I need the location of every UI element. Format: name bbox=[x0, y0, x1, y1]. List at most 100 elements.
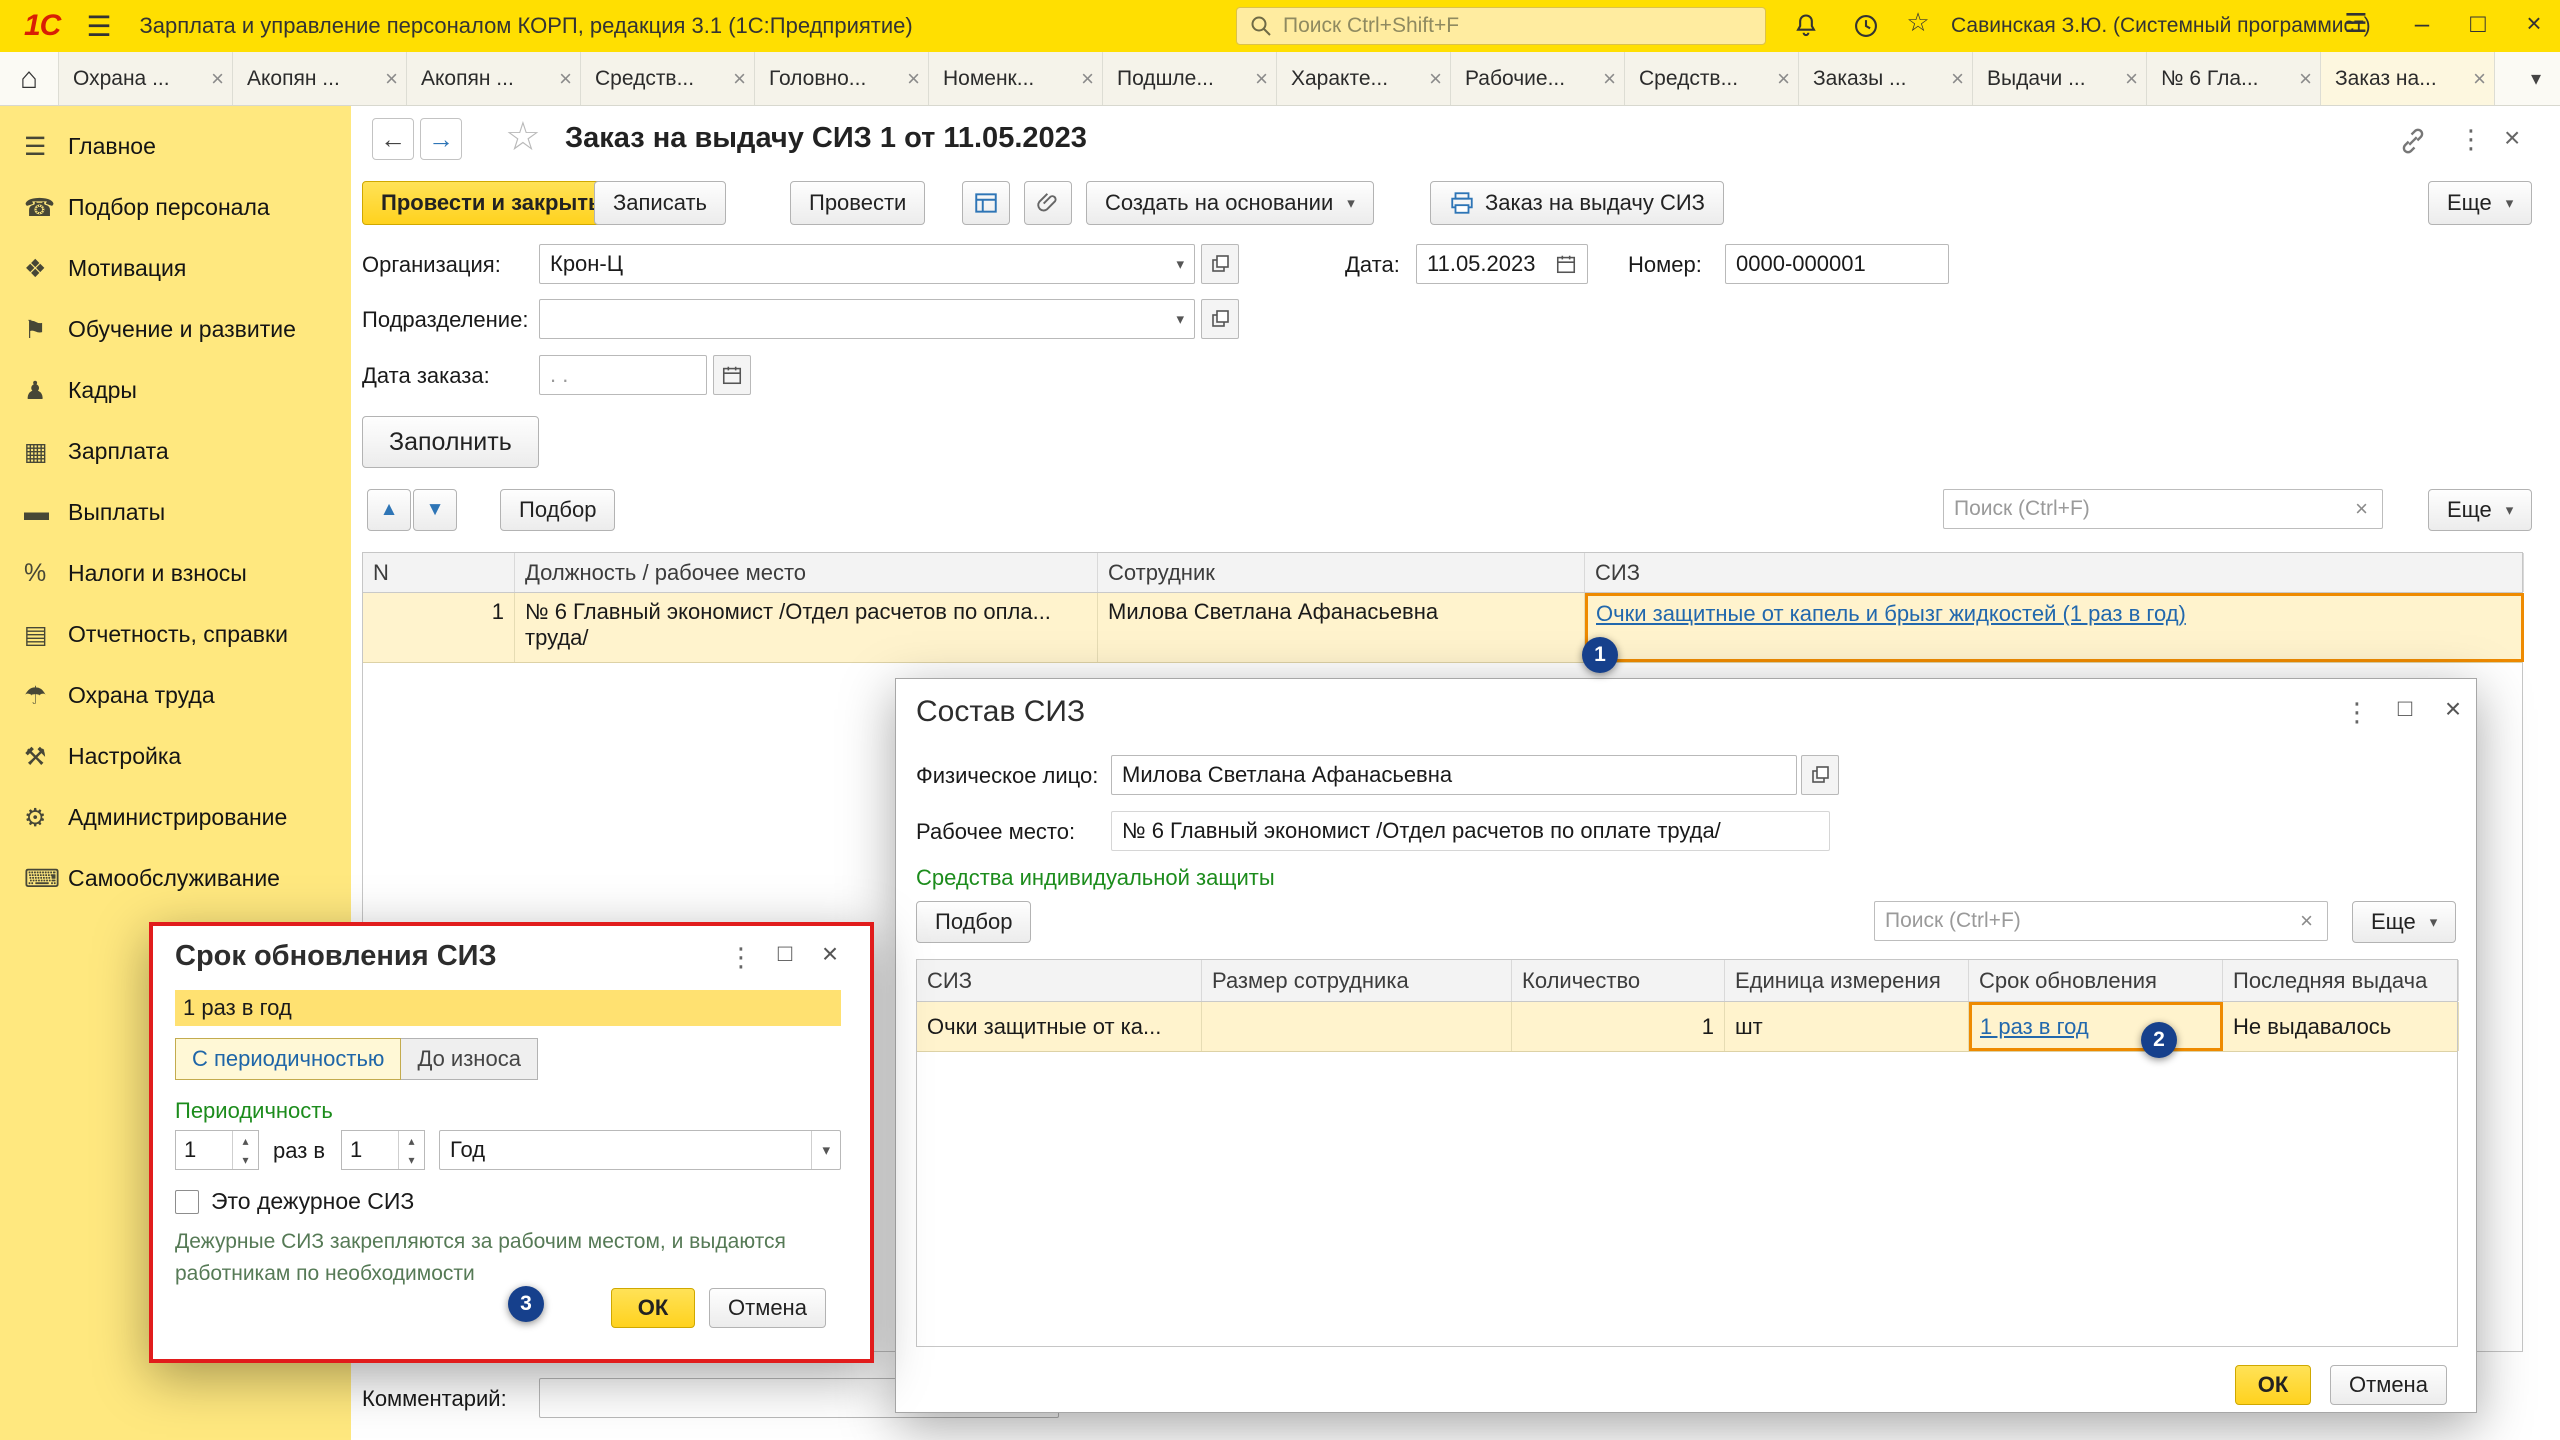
back-button[interactable]: ← bbox=[372, 118, 414, 160]
column-header-employee[interactable]: Сотрудник bbox=[1098, 553, 1585, 592]
service-menu-icon[interactable]: ☰ bbox=[2338, 8, 2374, 39]
tab-rabochie[interactable]: Рабочие...× bbox=[1451, 52, 1625, 105]
chevron-down-icon[interactable]: ▾ bbox=[1176, 255, 1184, 273]
department-open-button[interactable] bbox=[1201, 299, 1239, 339]
tab-list-dropdown-icon[interactable]: ▾ bbox=[2512, 52, 2560, 105]
siz-cancel-button[interactable]: Отмена bbox=[2330, 1365, 2447, 1405]
tab-close-icon[interactable]: × bbox=[1429, 66, 1442, 92]
cell-renewal[interactable]: 1 раз в год bbox=[1969, 1002, 2223, 1051]
favorites-star-icon[interactable]: ☆ bbox=[1900, 7, 1936, 38]
move-down-button[interactable]: ▼ bbox=[413, 489, 457, 531]
column-header-siz[interactable]: СИЗ bbox=[917, 960, 1202, 1001]
column-header-unit[interactable]: Единица измерения bbox=[1725, 960, 1969, 1001]
chevron-down-icon[interactable]: ▾ bbox=[1176, 310, 1184, 328]
siz-ok-button[interactable]: ОК bbox=[2235, 1365, 2311, 1405]
tab-podshlem[interactable]: Подшле...× bbox=[1103, 52, 1277, 105]
save-button[interactable]: Записать bbox=[594, 181, 726, 225]
spin-down-icon[interactable]: ▾ bbox=[233, 1150, 258, 1169]
tab-close-icon[interactable]: × bbox=[2125, 66, 2138, 92]
order-date-field[interactable]: . . bbox=[539, 355, 707, 395]
sidebar-item-settings[interactable]: ⚒Настройка bbox=[0, 726, 351, 787]
tab-close-icon[interactable]: × bbox=[907, 66, 920, 92]
more-button[interactable]: Еще▾ bbox=[2428, 181, 2532, 225]
tab-close-icon[interactable]: × bbox=[1081, 66, 1094, 92]
tab-close-icon[interactable]: × bbox=[1951, 66, 1964, 92]
favorite-star-icon[interactable]: ☆ bbox=[505, 114, 541, 160]
tab-zakaz-na-vydachu[interactable]: Заказ на...× bbox=[2321, 52, 2495, 105]
organization-field[interactable]: Крон-Ц ▾ bbox=[539, 244, 1195, 284]
tab-close-icon[interactable]: × bbox=[559, 66, 572, 92]
organization-open-button[interactable] bbox=[1201, 244, 1239, 284]
siz-pick-button[interactable]: Подбор bbox=[916, 901, 1031, 943]
maximize-window-icon[interactable]: □ bbox=[2460, 8, 2496, 39]
chevron-down-icon[interactable]: ▾ bbox=[811, 1131, 830, 1169]
document-register-button[interactable] bbox=[962, 181, 1010, 225]
tab-close-icon[interactable]: × bbox=[1603, 66, 1616, 92]
tab-close-icon[interactable]: × bbox=[733, 66, 746, 92]
siz-search-input[interactable]: Поиск (Ctrl+F) × bbox=[1874, 901, 2328, 941]
number-field[interactable]: 0000-000001 bbox=[1725, 244, 1949, 284]
unit-select[interactable]: Год ▾ bbox=[439, 1130, 841, 1170]
tab-sredstva-2[interactable]: Средств...× bbox=[1625, 52, 1799, 105]
siz-more-button[interactable]: Еще▾ bbox=[2352, 901, 2456, 943]
sidebar-item-taxes[interactable]: %Налоги и взносы bbox=[0, 543, 351, 604]
column-header-qty[interactable]: Количество bbox=[1512, 960, 1725, 1001]
current-user[interactable]: Савинская З.Ю. (Системный программист) bbox=[1951, 14, 2371, 38]
column-header-size[interactable]: Размер сотрудника bbox=[1202, 960, 1512, 1001]
table-search-input[interactable]: Поиск (Ctrl+F) × bbox=[1943, 489, 2383, 529]
tab-n6-glavnyy[interactable]: № 6 Гла...× bbox=[2147, 52, 2321, 105]
person-field[interactable]: Милова Светлана Афанасьевна bbox=[1111, 755, 1797, 795]
tab-harakteristiki[interactable]: Характе...× bbox=[1277, 52, 1451, 105]
period-ok-button[interactable]: ОК bbox=[611, 1288, 695, 1328]
siz-section-link[interactable]: Средства индивидуальной защиты bbox=[916, 865, 1275, 891]
form-close-icon[interactable]: × bbox=[2504, 122, 2520, 154]
tab-close-icon[interactable]: × bbox=[211, 66, 224, 92]
post-button[interactable]: Провести bbox=[790, 181, 925, 225]
fill-button[interactable]: Заполнить bbox=[362, 416, 539, 468]
form-menu-kebab-icon[interactable]: ⋮ bbox=[2458, 124, 2484, 155]
global-search-input[interactable]: Поиск Ctrl+Shift+F bbox=[1236, 7, 1766, 45]
tab-nomenklatura[interactable]: Номенк...× bbox=[929, 52, 1103, 105]
siz-link[interactable]: Очки защитные от капель и брызг жидкосте… bbox=[1596, 601, 2186, 626]
duty-checkbox[interactable] bbox=[175, 1190, 199, 1214]
column-header-siz[interactable]: СИЗ bbox=[1585, 553, 2524, 592]
spin-down-icon[interactable]: ▾ bbox=[399, 1150, 424, 1169]
tab-akopyan-2[interactable]: Акопян ...× bbox=[407, 52, 581, 105]
column-header-renewal[interactable]: Срок обновления bbox=[1969, 960, 2223, 1001]
until-worn-toggle[interactable]: До износа bbox=[401, 1038, 538, 1080]
spin-up-icon[interactable]: ▴ bbox=[233, 1131, 258, 1150]
spin-up-icon[interactable]: ▴ bbox=[399, 1131, 424, 1150]
workplace-field[interactable]: № 6 Главный экономист /Отдел расчетов по… bbox=[1111, 811, 1830, 851]
order-date-calendar-button[interactable] bbox=[713, 355, 751, 395]
sidebar-item-reports[interactable]: ▤Отчетность, справки bbox=[0, 604, 351, 665]
clear-search-icon[interactable]: × bbox=[2296, 908, 2317, 934]
column-header-position[interactable]: Должность / рабочее место bbox=[515, 553, 1098, 592]
tab-sredstva-1[interactable]: Средств...× bbox=[581, 52, 755, 105]
main-menu-icon[interactable]: ☰ bbox=[86, 10, 111, 43]
person-open-button[interactable] bbox=[1801, 755, 1839, 795]
column-header-last-issue[interactable]: Последняя выдача bbox=[2223, 960, 2459, 1001]
period-value-field[interactable]: 1 раз в год bbox=[175, 990, 841, 1026]
home-tab[interactable]: ⌂ bbox=[0, 52, 59, 105]
sidebar-item-hr[interactable]: ♟Кадры bbox=[0, 360, 351, 421]
sidebar-item-labor-safety[interactable]: ☂Охрана труда bbox=[0, 665, 351, 726]
sidebar-item-training[interactable]: ⚑Обучение и развитие bbox=[0, 299, 351, 360]
forward-button[interactable]: → bbox=[420, 118, 462, 160]
print-order-button[interactable]: Заказ на выдачу СИЗ bbox=[1430, 181, 1724, 225]
renewal-period-link[interactable]: 1 раз в год bbox=[1980, 1014, 2089, 1040]
attachments-button[interactable] bbox=[1024, 181, 1072, 225]
siz-table-row[interactable]: Очки защитные от ка... 1 шт 1 раз в год … bbox=[917, 1002, 2457, 1052]
period-dialog-maximize-icon[interactable]: □ bbox=[768, 940, 802, 968]
cell-siz[interactable]: Очки защитные от капель и брызг жидкосте… bbox=[1585, 593, 2524, 662]
create-based-on-button[interactable]: Создать на основании▾ bbox=[1086, 181, 1374, 225]
tab-vydachi[interactable]: Выдачи ...× bbox=[1973, 52, 2147, 105]
sidebar-item-administration[interactable]: ⚙Администрирование bbox=[0, 787, 351, 848]
history-icon[interactable] bbox=[1850, 10, 1882, 42]
period-dialog-menu-kebab-icon[interactable]: ⋮ bbox=[728, 942, 754, 973]
sidebar-item-recruiting[interactable]: ☎Подбор персонала bbox=[0, 177, 351, 238]
tab-close-icon[interactable]: × bbox=[2299, 66, 2312, 92]
date-field[interactable]: 11.05.2023 bbox=[1416, 244, 1588, 284]
minimize-window-icon[interactable]: – bbox=[2404, 8, 2440, 39]
notifications-bell-icon[interactable] bbox=[1790, 10, 1822, 42]
period-dialog-close-icon[interactable]: × bbox=[813, 938, 847, 970]
